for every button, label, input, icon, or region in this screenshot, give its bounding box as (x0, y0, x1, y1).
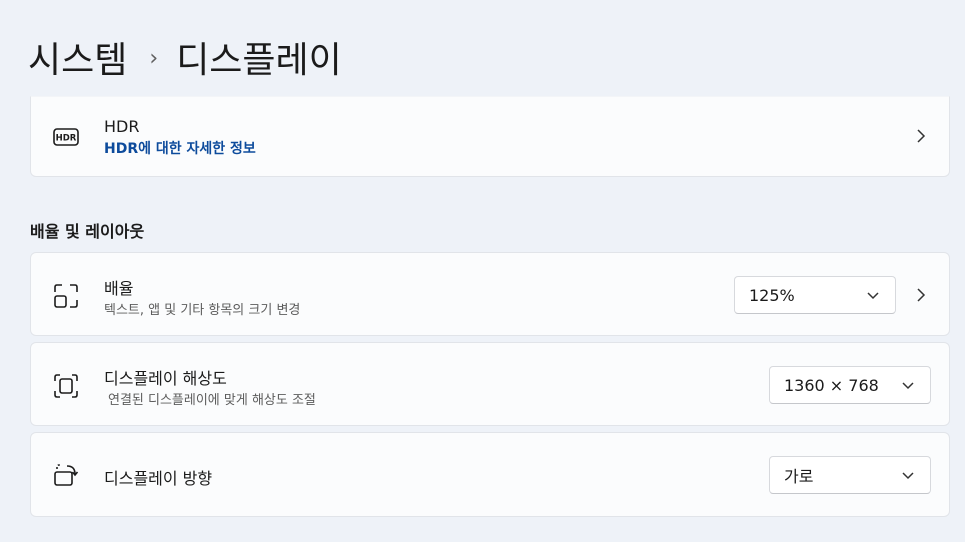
breadcrumb-separator: › (149, 45, 159, 71)
hdr-title: HDR (104, 117, 140, 136)
scale-card[interactable]: 배율 텍스트, 앱 및 기타 항목의 크기 변경 125% (30, 252, 950, 336)
breadcrumb-parent[interactable]: 시스템 (28, 31, 127, 83)
scale-icon (54, 284, 78, 308)
orientation-card: 디스플레이 방향 가로 (30, 432, 950, 517)
orientation-dropdown[interactable]: 가로 (769, 456, 931, 494)
scale-value: 125% (749, 285, 795, 305)
resolution-value: 1360 × 768 (784, 375, 879, 395)
orientation-title: 디스플레이 방향 (104, 469, 213, 488)
scale-dropdown[interactable]: 125% (734, 276, 896, 314)
chevron-down-icon (867, 292, 879, 300)
scale-subtitle: 텍스트, 앱 및 기타 항목의 크기 변경 (104, 303, 301, 318)
section-title-scale-layout: 배율 및 레이아웃 (30, 222, 145, 241)
hdr-card[interactable]: HDR HDR HDR에 대한 자세한 정보 (30, 96, 950, 177)
resolution-icon (54, 374, 78, 398)
orientation-value: 가로 (784, 467, 814, 486)
hdr-info-link[interactable]: HDR에 대한 자세한 정보 (104, 138, 256, 158)
chevron-right-icon (917, 129, 926, 143)
chevron-down-icon (902, 472, 914, 480)
orientation-icon (54, 464, 79, 486)
breadcrumb: 시스템 › 디스플레이 (28, 31, 342, 83)
hdr-icon: HDR (53, 128, 79, 146)
resolution-dropdown[interactable]: 1360 × 768 (769, 366, 931, 404)
resolution-subtitle: 연결된 디스플레이에 맞게 해상도 조절 (108, 393, 316, 408)
chevron-down-icon (902, 382, 914, 390)
page-title: 디스플레이 (176, 40, 342, 81)
resolution-title: 디스플레이 해상도 (104, 369, 227, 388)
svg-text:HDR: HDR (56, 134, 77, 144)
resolution-card: 디스플레이 해상도 연결된 디스플레이에 맞게 해상도 조절 1360 × 76… (30, 342, 950, 426)
chevron-right-icon[interactable] (915, 287, 927, 303)
scale-title: 배율 (104, 279, 134, 298)
